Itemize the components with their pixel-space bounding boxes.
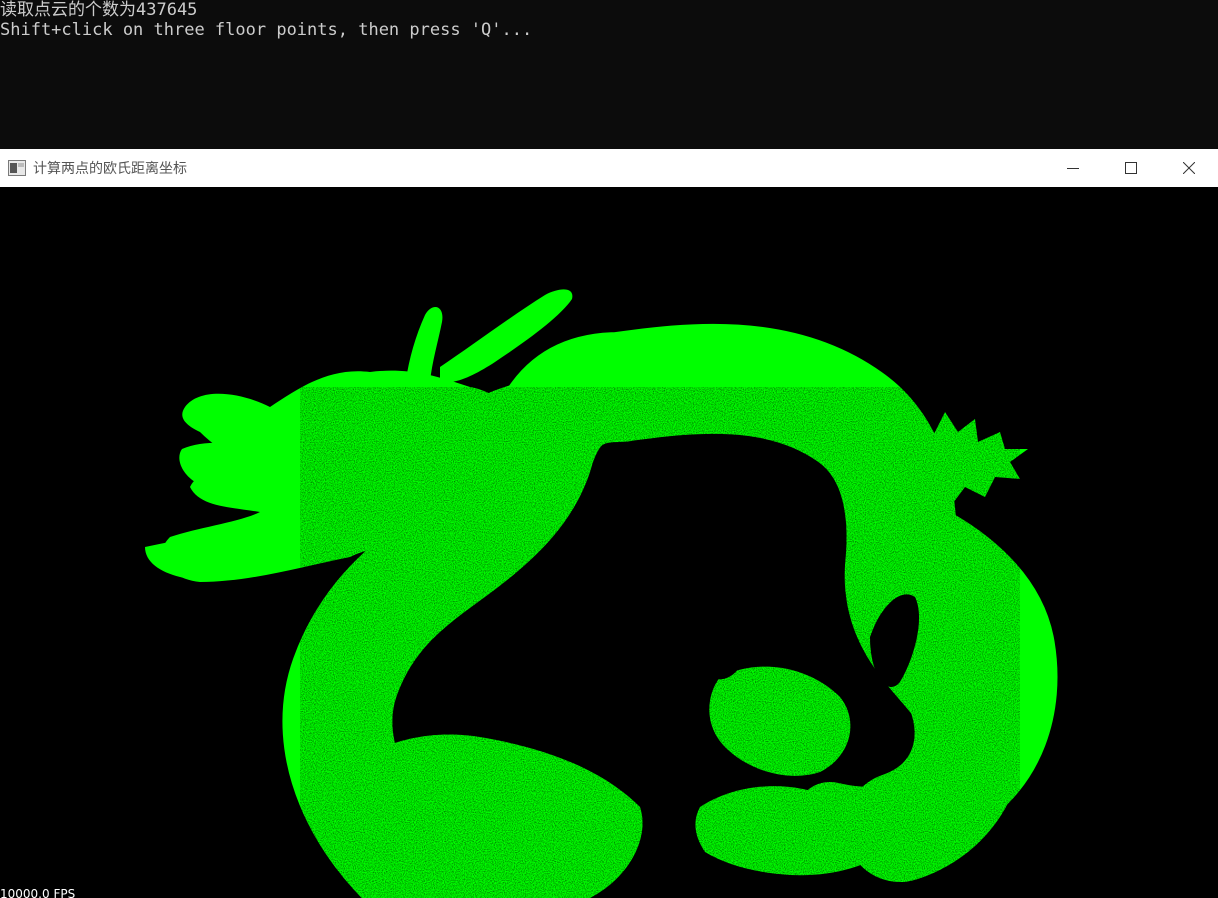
point-cloud-viewport[interactable]: 10000.0 FPS [0,187,1218,898]
fps-counter: 10000.0 FPS [0,887,76,898]
close-button[interactable] [1160,149,1218,187]
app-window-icon [8,160,26,176]
maximize-button[interactable] [1102,149,1160,187]
window-controls [1044,149,1218,187]
minimize-button[interactable] [1044,149,1102,187]
minimize-icon [1067,168,1079,169]
dragon-point-cloud [145,289,1058,898]
console-line-instruction: Shift+click on three floor points, then … [0,20,533,40]
maximize-icon [1125,162,1137,174]
console-output: 读取点云的个数为437645 Shift+click on three floo… [0,0,1218,149]
window-titlebar[interactable]: 计算两点的欧氏距离坐标 [0,149,1218,187]
console-line-point-count: 读取点云的个数为437645 [0,0,198,20]
window-title: 计算两点的欧氏距离坐标 [33,161,187,177]
pcl-viewer-window: 计算两点的欧氏距离坐标 10000.0 FPS [0,149,1218,898]
close-icon [1183,162,1195,174]
